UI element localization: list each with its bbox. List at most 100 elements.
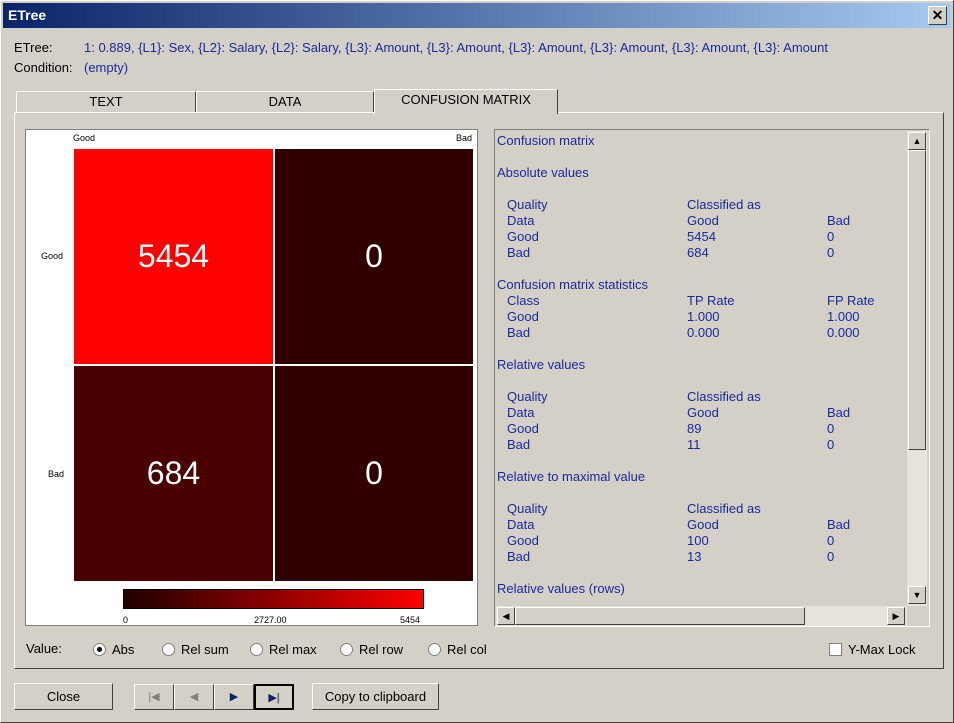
rel-row-good-v2: 0 [827, 421, 835, 436]
tab-confusion-matrix[interactable]: CONFUSION MATRIX [374, 89, 558, 114]
text-title: Confusion matrix [497, 133, 595, 148]
abs-row-good-label: Good [507, 229, 539, 244]
stats-heading: Confusion matrix statistics [497, 277, 648, 292]
relmax-row-bad-label: Bad [507, 549, 531, 564]
radio-abs[interactable]: Abs [93, 642, 134, 657]
row-label-bad: Bad [48, 469, 65, 479]
rel-bad-head: Bad [827, 405, 851, 420]
horizontal-scroll-thumb[interactable] [515, 607, 805, 625]
stats-row-bad-tp: 0.000 [687, 325, 720, 340]
condition-value: (empty) [84, 60, 129, 75]
etree-value: 1: 0.889, {L1}: Sex, {L2}: Salary, {L2}:… [84, 40, 828, 55]
relmax-row-good-v2: 0 [827, 533, 835, 548]
radio-rel-row-circle[interactable] [340, 643, 353, 656]
ymax-lock-box[interactable] [829, 643, 842, 656]
radio-rel-col[interactable]: Rel col [428, 642, 487, 657]
matrix-grid: 5454 0 684 0 [73, 148, 474, 582]
previous-record-icon[interactable]: ◀ [174, 684, 214, 710]
next-record-icon[interactable]: ▶ [214, 684, 254, 710]
abs-classified-as: Classified as [687, 197, 761, 212]
abs-row-bad-v2: 0 [827, 245, 835, 260]
stats-class: Class [507, 293, 540, 308]
relmax-row-bad-v1: 13 [687, 549, 702, 564]
first-record-icon[interactable]: |◀ [134, 684, 174, 710]
radio-rel-max-circle[interactable] [250, 643, 263, 656]
tab-data[interactable]: DATA [196, 91, 374, 113]
stats-row-good-label: Good [507, 309, 539, 324]
stats-fp: FP Rate [827, 293, 875, 308]
colorbar-max: 5454 [400, 615, 421, 625]
colorbar-mid: 2727.00 [254, 615, 287, 625]
title-bar[interactable]: ETree ✕ [3, 3, 951, 28]
cell-bad-bad: 0 [275, 366, 473, 581]
radio-abs-label: Abs [112, 642, 135, 657]
relmax-data: Data [507, 517, 535, 532]
abs-heading: Absolute values [497, 165, 589, 180]
stats-row-bad-label: Bad [507, 325, 531, 340]
cell-bad-good: 684 [74, 366, 273, 581]
horizontal-scrollbar[interactable]: ◀ ▶ [496, 606, 907, 626]
scroll-left-icon[interactable]: ◀ [497, 607, 515, 625]
abs-row-bad-v1: 684 [687, 245, 709, 260]
window-close-icon[interactable]: ✕ [928, 6, 947, 25]
window-title: ETree [8, 7, 47, 23]
rel-good-head: Good [687, 405, 719, 420]
stats-row-bad-fp: 0.000 [827, 325, 860, 340]
relmax-good-head: Good [687, 517, 719, 532]
radio-rel-row-label: Rel row [359, 642, 404, 657]
radio-rel-sum-label: Rel sum [181, 642, 229, 657]
radio-rel-max-label: Rel max [269, 642, 317, 657]
relmax-quality: Quality [507, 501, 548, 516]
rel-row-bad-v1: 11 [687, 437, 701, 452]
row-label-good: Good [41, 251, 64, 261]
etree-window: ETree ✕ ETree: 1: 0.889, {L1}: Sex, {L2}… [0, 0, 954, 723]
value-label: Value: [26, 641, 62, 656]
rel-data: Data [507, 405, 535, 420]
rel-heading: Relative values [497, 357, 586, 372]
radio-rel-sum-circle[interactable] [162, 643, 175, 656]
radio-rel-row[interactable]: Rel row [340, 642, 403, 657]
last-record-icon[interactable]: ▶| [254, 684, 294, 710]
close-button[interactable]: Close [14, 683, 113, 710]
scroll-right-icon[interactable]: ▶ [887, 607, 905, 625]
abs-row-bad-label: Bad [507, 245, 531, 260]
radio-abs-circle[interactable] [93, 643, 106, 656]
radio-rel-sum[interactable]: Rel sum [162, 642, 229, 657]
stats-row-good-fp: 1.000 [827, 309, 860, 324]
condition-label: Condition: [14, 60, 73, 75]
scroll-up-icon[interactable]: ▲ [908, 132, 926, 150]
tab-text[interactable]: TEXT [16, 91, 196, 113]
rel-row-good-label: Good [507, 421, 539, 436]
rel-classified-as: Classified as [687, 389, 761, 404]
ymax-lock-checkbox[interactable]: Y-Max Lock [829, 642, 915, 657]
relrows-heading: Relative values (rows) [497, 581, 625, 596]
rel-row-bad-label: Bad [507, 437, 531, 452]
etree-label: ETree: [14, 40, 53, 55]
radio-rel-col-label: Rel col [447, 642, 487, 657]
abs-good-head: Good [687, 213, 719, 228]
abs-row-good-v1: 5454 [687, 229, 716, 244]
colorbar [123, 589, 424, 609]
ymax-lock-label: Y-Max Lock [848, 642, 916, 657]
cell-good-bad: 0 [275, 149, 473, 364]
col-label-good: Good [73, 133, 96, 143]
radio-rel-max[interactable]: Rel max [250, 642, 317, 657]
scroll-down-icon[interactable]: ▼ [908, 586, 926, 604]
relmax-classified-as: Classified as [687, 501, 761, 516]
stats-row-good-tp: 1.000 [687, 309, 720, 324]
rel-row-bad-v2: 0 [827, 437, 835, 452]
abs-row-good-v2: 0 [827, 229, 835, 244]
stats-tp: TP Rate [687, 293, 735, 308]
relmax-row-bad-v2: 0 [827, 549, 835, 564]
vertical-scrollbar[interactable]: ▲ ▼ [907, 131, 927, 606]
rel-row-good-v1: 89 [687, 421, 702, 436]
relmax-bad-head: Bad [827, 517, 851, 532]
vertical-scroll-thumb[interactable] [908, 150, 926, 450]
radio-rel-col-circle[interactable] [428, 643, 441, 656]
relmax-heading: Relative to maximal value [497, 469, 646, 484]
relmax-row-good-v1: 100 [687, 533, 709, 548]
colorbar-min: 0 [123, 615, 129, 625]
rel-quality: Quality [507, 389, 548, 404]
relmax-row-good-label: Good [507, 533, 539, 548]
copy-to-clipboard-button[interactable]: Copy to clipboard [312, 683, 439, 710]
